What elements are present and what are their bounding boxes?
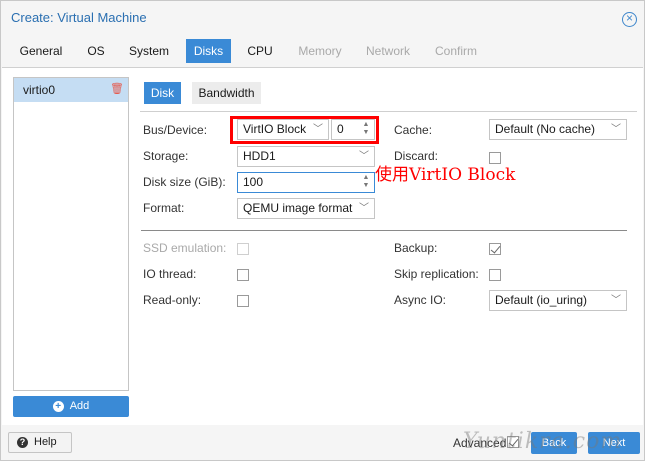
disk-list-item-label: virtio0 — [23, 83, 56, 97]
subtab-divider — [140, 111, 637, 112]
cache-select-value: Default (No cache) — [495, 122, 596, 136]
close-icon[interactable]: × — [622, 12, 637, 27]
chevron-down-icon: ﹀ — [611, 124, 621, 135]
title-bar: Create: Virtual Machine × — [1, 1, 644, 35]
tab-network[interactable]: Network — [359, 39, 417, 63]
cache-select[interactable]: Default (No cache) ﹀ — [489, 119, 627, 140]
ssd-emulation-label: SSD emulation: — [143, 241, 227, 255]
tab-memory[interactable]: Memory — [291, 39, 349, 63]
io-thread-label: IO thread: — [143, 267, 197, 281]
create-vm-dialog: Create: Virtual Machine × General OS Sys… — [0, 0, 645, 461]
subtab-disk[interactable]: Disk — [144, 82, 181, 104]
advanced-label: Advanced — [453, 436, 507, 450]
format-label: Format: — [143, 201, 185, 215]
tab-general[interactable]: General — [11, 39, 71, 63]
wizard-tabs: General OS System Disks CPU Memory Netwo… — [1, 39, 644, 63]
help-label: Help — [34, 436, 57, 448]
add-disk-label: Add — [69, 400, 90, 412]
storage-select-value: HDD1 — [243, 149, 276, 163]
tab-confirm[interactable]: Confirm — [427, 39, 485, 63]
add-disk-button[interactable]: + Add — [13, 396, 129, 417]
tab-system[interactable]: System — [121, 39, 177, 63]
read-only-checkbox[interactable] — [237, 295, 249, 307]
next-button[interactable]: Next — [588, 432, 640, 454]
skip-replication-label: Skip replication: — [394, 267, 479, 281]
spinner-arrows-icon[interactable]: ▲ ▼ — [361, 174, 371, 191]
format-select[interactable]: QEMU image format ﹀ — [237, 198, 375, 219]
disk-list-item[interactable]: virtio0 🗑 — [14, 78, 128, 102]
async-io-label: Async IO: — [394, 293, 447, 307]
help-button[interactable]: ? Help — [8, 432, 72, 453]
plus-icon: + — [52, 401, 64, 412]
subtab-bandwidth[interactable]: Bandwidth — [192, 82, 261, 104]
highlight-box — [230, 116, 379, 144]
disk-size-value: 100 — [243, 175, 264, 189]
tab-disks[interactable]: Disks — [186, 39, 231, 63]
chevron-down-icon: ﹀ — [611, 295, 621, 306]
disk-size-label: Disk size (GiB): — [143, 175, 226, 189]
backup-checkbox[interactable] — [489, 243, 501, 255]
storage-label: Storage: — [143, 149, 189, 163]
cache-label: Cache: — [394, 123, 433, 137]
storage-select[interactable]: HDD1 ﹀ — [237, 146, 375, 167]
io-thread-checkbox[interactable] — [237, 269, 249, 281]
read-only-label: Read-only: — [143, 293, 202, 307]
ssd-emulation-checkbox[interactable] — [237, 243, 249, 255]
async-io-select-value: Default (io_uring) — [495, 293, 588, 307]
disk-list: virtio0 🗑 — [13, 77, 129, 391]
chevron-down-icon: ﹀ — [359, 151, 369, 162]
backup-label: Backup: — [394, 241, 438, 255]
advanced-checkbox[interactable] — [507, 436, 519, 448]
disk-size-input[interactable]: 100 ▲ ▼ — [237, 172, 375, 193]
dialog-title: Create: Virtual Machine — [11, 10, 147, 25]
chevron-down-icon: ﹀ — [359, 203, 369, 214]
trash-icon[interactable]: 🗑 — [110, 84, 124, 95]
annotation-text: 使用VirtIO Block — [375, 165, 516, 185]
format-select-value: QEMU image format — [243, 201, 353, 215]
async-io-select[interactable]: Default (io_uring) ﹀ — [489, 290, 627, 311]
tab-os[interactable]: OS — [79, 39, 113, 63]
tab-cpu[interactable]: CPU — [241, 39, 279, 63]
skip-replication-checkbox[interactable] — [489, 269, 501, 281]
back-button[interactable]: Back — [531, 432, 577, 454]
bus-device-label: Bus/Device: — [143, 123, 208, 137]
section-divider — [141, 230, 627, 231]
help-icon: ? — [17, 437, 28, 448]
